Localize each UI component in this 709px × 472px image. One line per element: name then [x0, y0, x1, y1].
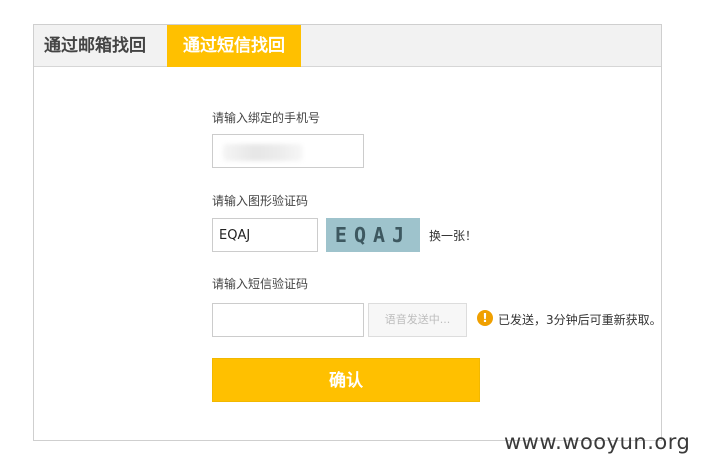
- captcha-input[interactable]: [212, 218, 318, 252]
- sms-sent-notice: 已发送，3分钟后可重新获取。: [498, 313, 662, 327]
- captcha-label: 请输入图形验证码: [212, 194, 309, 208]
- warning-icon: !: [477, 310, 493, 326]
- tab-email-recovery[interactable]: 通过邮箱找回: [34, 25, 167, 67]
- captcha-image-text: EQAJ: [334, 223, 412, 247]
- captcha-image[interactable]: EQAJ: [326, 218, 420, 252]
- sms-code-label: 请输入短信验证码: [212, 277, 309, 291]
- captcha-refresh-link[interactable]: 换一张！: [429, 227, 477, 244]
- phone-label: 请输入绑定的手机号: [212, 111, 321, 125]
- sms-code-input[interactable]: [212, 303, 364, 337]
- confirm-button[interactable]: 确认: [212, 358, 480, 402]
- password-recovery-panel: 通过邮箱找回 通过短信找回 请输入绑定的手机号 请输入图形验证码 EQAJ 换一…: [33, 24, 662, 441]
- redacted-phone-number: [223, 144, 303, 161]
- phone-input[interactable]: [212, 134, 364, 168]
- watermark: www.wooyun.org: [504, 430, 691, 454]
- tab-bar: 通过邮箱找回 通过短信找回: [34, 25, 661, 67]
- voice-send-button[interactable]: 语音发送中...: [368, 303, 467, 337]
- tab-sms-recovery[interactable]: 通过短信找回: [167, 25, 301, 67]
